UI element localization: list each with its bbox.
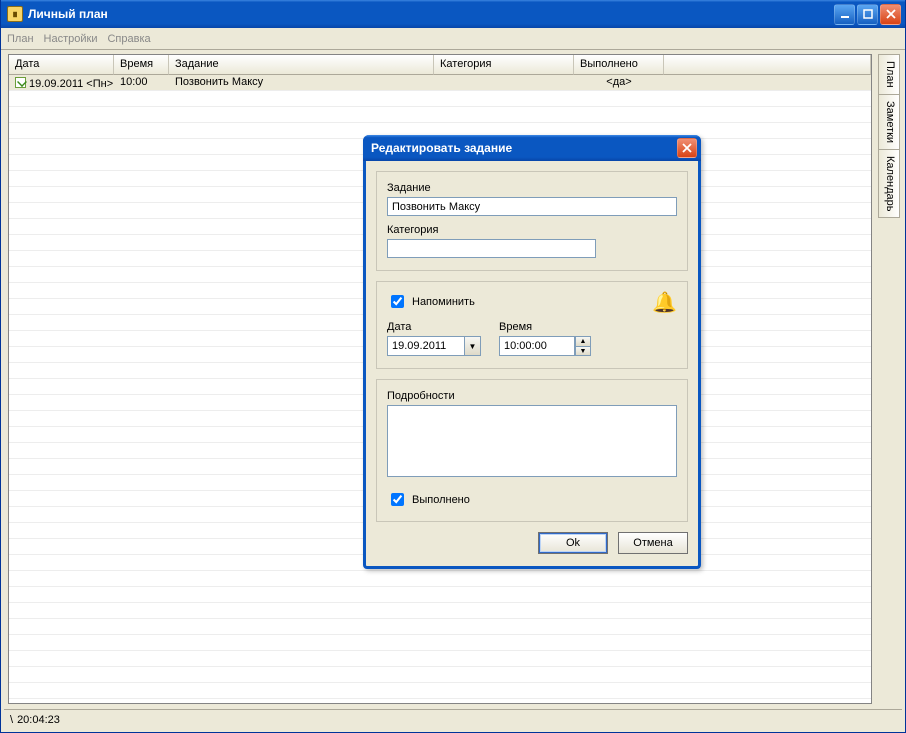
label-date: Дата [387,321,481,333]
cancel-button[interactable]: Отмена [618,532,688,554]
dialog-titlebar: Редактировать задание [363,135,701,161]
dialog-title: Редактировать задание [371,141,512,155]
category-input[interactable] [387,239,596,258]
col-header-spacer [664,55,871,75]
details-textarea[interactable] [387,405,677,477]
table-row[interactable] [9,619,871,635]
tab-notes[interactable]: Заметки [878,94,900,150]
col-header-task[interactable]: Задание [169,55,434,75]
table-row[interactable] [9,667,871,683]
table-row[interactable] [9,603,871,619]
menu-settings[interactable]: Настройки [44,33,98,45]
check-icon [15,77,26,88]
label-details: Подробности [387,390,677,402]
app-icon: ∎ [7,6,23,22]
time-spin-down-icon[interactable]: ▼ [575,346,591,356]
table-row[interactable]: 19.09.2011 <Пн>10:00Позвонить Максу<да> [9,75,871,91]
table-row[interactable] [9,651,871,667]
time-picker[interactable]: ▲ ▼ [499,336,591,356]
minimize-button[interactable] [834,4,855,25]
side-tabs: План Заметки Календарь [878,54,900,704]
table-row[interactable] [9,107,871,123]
done-label: Выполнено [412,494,470,506]
menu-help[interactable]: Справка [107,33,150,45]
remind-label: Напоминить [412,296,475,308]
dialog-buttons: Ok Отмена [366,522,698,566]
menu-plan[interactable]: План [7,33,34,45]
table-row[interactable] [9,587,871,603]
label-time: Время [499,321,591,333]
col-header-time[interactable]: Время [114,55,169,75]
col-header-date[interactable]: Дата [9,55,114,75]
time-spin-up-icon[interactable]: ▲ [575,336,591,346]
table-row[interactable] [9,91,871,107]
tab-calendar[interactable]: Календарь [878,149,900,219]
label-category: Категория [387,224,677,236]
done-checkbox[interactable] [391,493,404,506]
group-task: Задание Категория [376,171,688,271]
col-header-done[interactable]: Выполнено [574,55,664,75]
dialog-close-button[interactable] [677,138,697,158]
status-time: 20:04:23 [17,714,60,726]
tab-plan[interactable]: План [878,54,900,95]
edit-task-dialog: Редактировать задание Задание Категория … [363,135,701,569]
group-details: Подробности Выполнено [376,379,688,522]
remind-checkbox[interactable] [391,295,404,308]
grid-header: Дата Время Задание Категория Выполнено [9,55,871,75]
group-remind: 🔔 Напоминить Дата ▼ Время ▲ ▼ [376,281,688,369]
time-input[interactable] [499,336,575,356]
window-title: Личный план [28,7,108,21]
date-input[interactable] [387,336,465,356]
statusbar: \ 20:04:23 [4,709,902,729]
menubar: План Настройки Справка [1,28,905,50]
ok-button[interactable]: Ok [538,532,608,554]
table-row[interactable] [9,571,871,587]
maximize-button[interactable] [857,4,878,25]
table-row[interactable] [9,635,871,651]
table-row[interactable] [9,699,871,703]
done-checkbox-wrap[interactable]: Выполнено [387,490,677,509]
date-drop-icon[interactable]: ▼ [465,336,481,356]
col-header-category[interactable]: Категория [434,55,574,75]
label-task: Задание [387,182,677,194]
bell-icon: 🔔 [652,290,677,315]
close-button[interactable] [880,4,901,25]
date-picker[interactable]: ▼ [387,336,481,356]
remind-checkbox-wrap[interactable]: Напоминить [387,292,677,311]
table-row[interactable] [9,683,871,699]
titlebar: ∎ Личный план [1,0,905,28]
task-input[interactable] [387,197,677,216]
statusbar-sep: \ [10,714,13,726]
